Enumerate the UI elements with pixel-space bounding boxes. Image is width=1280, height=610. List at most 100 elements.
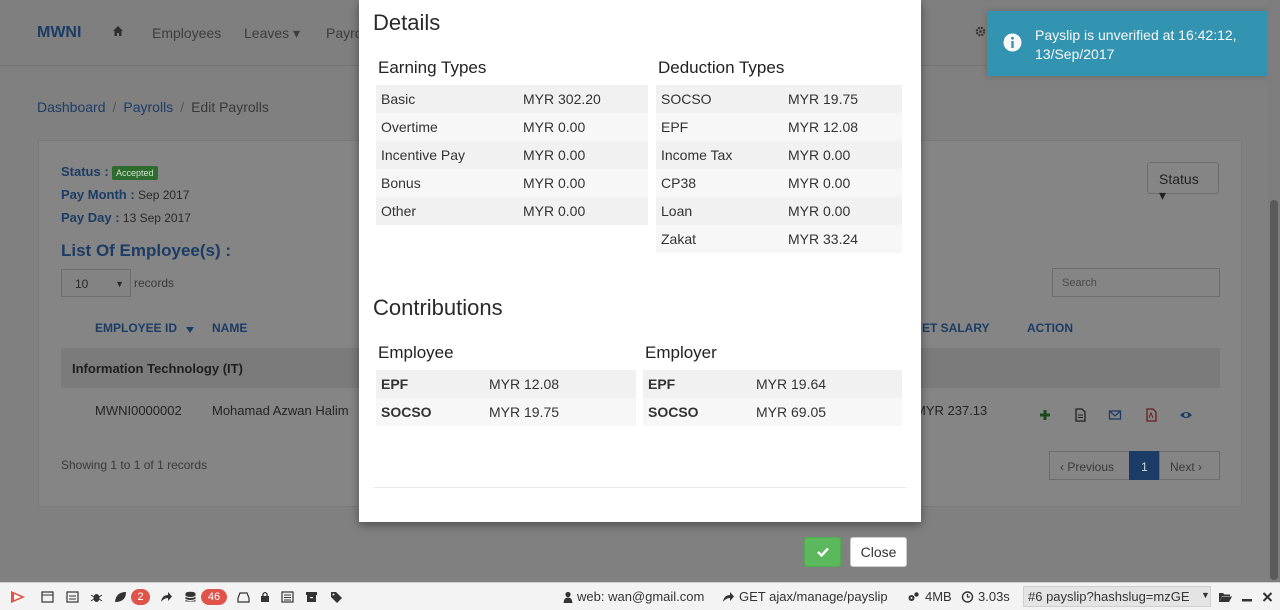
status-label: Status : <box>61 164 109 179</box>
earning-row: Bonus MYR 0.00 <box>376 169 648 197</box>
email-icon[interactable] <box>1108 408 1122 422</box>
leaf-icon[interactable] <box>114 591 127 603</box>
pdf-icon[interactable] <box>1144 408 1158 422</box>
deduction-row: Income Tax MYR 0.00 <box>656 141 902 169</box>
document-icon[interactable] <box>1073 408 1087 422</box>
close-debugbar-icon[interactable] <box>1262 591 1273 603</box>
gear-icon[interactable] <box>975 26 986 37</box>
view-eye-icon[interactable] <box>1179 408 1193 422</box>
page-length-select[interactable]: 10 ▼ <box>61 269 131 297</box>
column-net-salary[interactable]: ET SALARY <box>922 321 990 335</box>
breadcrumb-payrolls[interactable]: Payrolls <box>123 99 173 115</box>
earning-value: MYR 302.20 <box>523 91 601 107</box>
info-icon <box>1003 33 1022 52</box>
deduction-value: MYR 0.00 <box>788 147 851 163</box>
earning-label: Other <box>381 203 417 219</box>
bug-icon[interactable] <box>90 591 103 603</box>
confirm-button[interactable] <box>804 537 841 567</box>
deduction-row: EPF MYR 12.08 <box>656 113 902 141</box>
share-arrow-icon[interactable] <box>160 591 173 603</box>
debugbar-memory[interactable]: 4MB <box>925 589 952 604</box>
contrib-label: SOCSO <box>648 404 699 420</box>
earning-row: Overtime MYR 0.00 <box>376 113 648 141</box>
nav-employees[interactable]: Employees <box>152 25 221 41</box>
search-input[interactable]: Search <box>1052 268 1220 297</box>
earning-row: Other MYR 0.00 <box>376 197 648 225</box>
debugbar-user[interactable]: web: wan@gmail.com <box>577 589 704 604</box>
brand-logo[interactable]: MWNI <box>37 24 81 42</box>
contrib-label: EPF <box>648 376 676 392</box>
breadcrumb-separator: / <box>180 99 185 115</box>
earning-value: MYR 0.00 <box>523 147 586 163</box>
nav-payroll[interactable]: Payro <box>326 25 363 41</box>
earning-row: Basic MYR 302.20 <box>376 85 648 113</box>
debugbar-logo-icon[interactable] <box>9 589 27 605</box>
pay-day-label: Pay Day : <box>61 210 120 225</box>
status-line: Status : Accepted <box>61 164 158 180</box>
lock-icon[interactable] <box>260 591 270 603</box>
close-button[interactable]: Close <box>850 537 907 567</box>
inbox-icon[interactable] <box>237 591 250 603</box>
archive-icon[interactable] <box>305 591 318 603</box>
deduction-row: SOCSO MYR 19.75 <box>656 85 902 113</box>
deduction-value: MYR 0.00 <box>788 203 851 219</box>
minimize-icon[interactable] <box>1241 591 1253 603</box>
deduction-label: Income Tax <box>661 147 733 163</box>
timeline-icon[interactable] <box>66 591 79 603</box>
scrollbar-thumb[interactable] <box>1270 200 1278 580</box>
earnings-table: Basic MYR 302.20 Overtime MYR 0.00 Incenti… <box>376 85 648 225</box>
pay-day-line: Pay Day : 13 Sep 2017 <box>61 210 191 225</box>
pagination-next[interactable]: Next › <box>1159 451 1220 480</box>
contrib-row: SOCSO MYR 69.05 <box>643 398 902 426</box>
deduction-value: MYR 0.00 <box>788 175 851 191</box>
request-select-caret-icon[interactable]: ▼ <box>1201 590 1210 600</box>
list-title: List Of Employee(s) : <box>61 241 232 260</box>
earning-types-heading: Earning Types <box>378 58 487 77</box>
home-icon[interactable] <box>112 25 124 37</box>
contrib-row: EPF MYR 19.64 <box>643 370 902 398</box>
status-dropdown-button[interactable]: Status ▾ <box>1147 162 1219 203</box>
debugbar-time[interactable]: 3.03s <box>978 589 1010 604</box>
user-icon <box>563 591 573 603</box>
debugbar-request[interactable]: GET ajax/manage/payslip <box>739 589 888 604</box>
list-icon[interactable] <box>281 591 294 603</box>
database-icon[interactable] <box>184 591 197 603</box>
pagination-page-1[interactable]: 1 <box>1129 451 1160 480</box>
open-folder-icon[interactable] <box>1218 591 1233 603</box>
request-history-select[interactable]: #6 payslip?hashslug=mzGE <box>1023 586 1211 607</box>
deductions-table: SOCSO MYR 19.75 EPF MYR 12.08 Income Tax MY… <box>656 85 902 253</box>
memory-cogs-icon <box>908 592 919 601</box>
tags-icon[interactable] <box>330 591 343 603</box>
sort-desc-icon[interactable] <box>185 326 195 334</box>
deduction-types-heading: Deduction Types <box>658 58 785 77</box>
check-icon <box>817 547 829 557</box>
deduction-label: EPF <box>661 119 689 135</box>
column-employee-id[interactable]: EMPLOYEE ID <box>95 321 177 335</box>
contrib-value: MYR 69.05 <box>756 404 827 420</box>
notice-count-badge: 2 <box>131 589 150 605</box>
deduction-value: MYR 19.75 <box>788 91 859 107</box>
nav-leaves[interactable]: Leaves ▾ <box>244 25 300 42</box>
modal-divider <box>373 487 907 488</box>
cell-name: Mohamad Azwan Halim <box>212 403 349 418</box>
deduction-value: MYR 12.08 <box>788 119 859 135</box>
add-icon[interactable] <box>1038 408 1052 422</box>
breadcrumb-dashboard[interactable]: Dashboard <box>37 99 106 115</box>
deduction-row: CP38 MYR 0.00 <box>656 169 902 197</box>
contrib-row: EPF MYR 12.08 <box>376 370 636 398</box>
toast-notification[interactable]: Payslip is unverified at 16:42:12, 13/Se… <box>987 11 1268 76</box>
modal-title: Details <box>373 10 441 35</box>
contrib-value: MYR 12.08 <box>489 376 560 392</box>
earning-label: Bonus <box>381 175 421 191</box>
deduction-row: Zakat MYR 33.24 <box>656 225 902 253</box>
deduction-label: Zakat <box>661 231 697 247</box>
pay-month-line: Pay Month : Sep 2017 <box>61 187 189 202</box>
column-action: ACTION <box>1027 321 1073 335</box>
messages-icon[interactable] <box>41 591 54 603</box>
contributions-title: Contributions <box>373 295 503 320</box>
column-name[interactable]: NAME <box>212 321 247 335</box>
pagination-previous[interactable]: ‹ Previous <box>1049 451 1130 480</box>
employee-heading: Employee <box>378 343 454 362</box>
pay-month-label: Pay Month : <box>61 187 135 202</box>
clock-icon <box>961 591 974 603</box>
